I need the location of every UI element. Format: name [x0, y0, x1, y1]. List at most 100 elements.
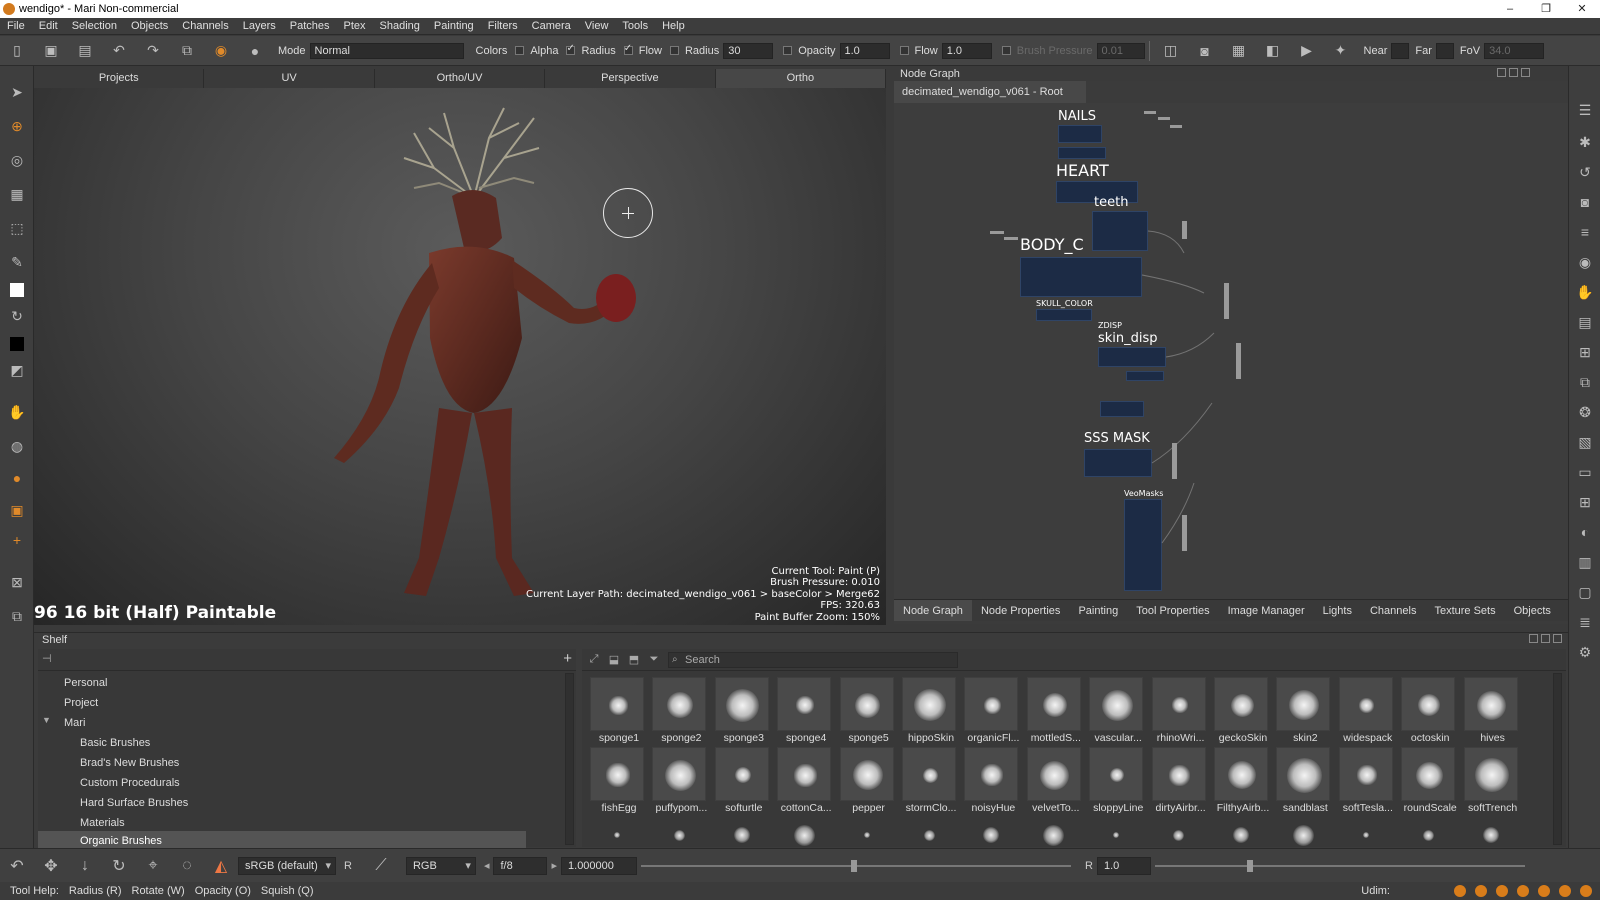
hand-icon[interactable]: ✋: [1575, 282, 1595, 302]
3d-viewport[interactable]: 96 16 bit (Half) Paintable Current Tool:…: [34, 88, 886, 625]
play-icon[interactable]: ▶: [1296, 41, 1318, 61]
brush-tile[interactable]: stormClo...: [900, 747, 958, 817]
brush-tile[interactable]: hippoSkin: [900, 677, 958, 747]
tree-item-basic-brushes[interactable]: Basic Brushes: [80, 733, 150, 753]
tree-item-project[interactable]: Project: [64, 693, 98, 713]
select-arrow-icon[interactable]: ➤: [7, 82, 27, 102]
chart-icon[interactable]: ▥: [1575, 552, 1595, 572]
transform-icon[interactable]: ⌖: [142, 855, 164, 877]
flow-field[interactable]: 1.0: [941, 42, 992, 59]
filter-icon[interactable]: ⏷: [646, 653, 662, 667]
brush-tile[interactable]: mottledS...: [1025, 677, 1083, 747]
copy-icon[interactable]: ⧉: [1575, 372, 1595, 392]
brush-tile[interactable]: widespack: [1337, 677, 1395, 747]
save-icon[interactable]: ▤: [74, 41, 96, 61]
brush-thumbnail[interactable]: [715, 817, 769, 847]
brush-tile[interactable]: noisyHue: [962, 747, 1020, 817]
menu-filters[interactable]: Filters: [481, 18, 525, 35]
brush-tile[interactable]: softurtle: [713, 747, 771, 817]
new-project-icon[interactable]: ▯: [6, 41, 28, 61]
tab-node-graph[interactable]: Node Graph: [894, 600, 972, 621]
grid-icon[interactable]: ⊞: [1575, 492, 1595, 512]
brush-tile[interactable]: sponge1: [588, 677, 646, 747]
tab-texture-sets[interactable]: Texture Sets: [1425, 600, 1504, 621]
tree-scrollbar[interactable]: [565, 673, 574, 845]
radius-enable-checkbox[interactable]: [669, 46, 679, 55]
tree-expand-icon[interactable]: ▼: [42, 715, 51, 725]
help-icon[interactable]: [1497, 68, 1506, 77]
status-square-icon[interactable]: [1538, 885, 1550, 897]
radius-checkbox[interactable]: [566, 43, 576, 55]
light-bulb-icon[interactable]: ◍: [7, 436, 27, 456]
gain-slider-knob[interactable]: [851, 859, 858, 872]
plus-tool-icon[interactable]: +: [7, 530, 27, 550]
fstop-field[interactable]: f/8: [493, 856, 548, 875]
tab-image-manager[interactable]: Image Manager: [1219, 600, 1314, 621]
brush-thumbnail[interactable]: [1152, 817, 1206, 847]
brush-thumbnail[interactable]: [590, 817, 644, 847]
brush-tile[interactable]: sponge2: [650, 677, 708, 747]
tree-item-materials[interactable]: Materials: [80, 813, 125, 833]
foreground-color-swatch[interactable]: [7, 280, 27, 300]
gain-slider[interactable]: [641, 859, 1072, 872]
status-bars-icon[interactable]: [1559, 885, 1571, 897]
brush-tile[interactable]: softTrench: [1462, 747, 1520, 817]
sphere-select-icon[interactable]: ◎: [7, 150, 27, 170]
close-button[interactable]: ✕: [1564, 0, 1600, 18]
shelf-help-icon[interactable]: [1529, 634, 1538, 643]
eyedropper-icon[interactable]: ✎: [7, 252, 27, 272]
menu-selection[interactable]: Selection: [65, 18, 124, 35]
brush-pressure-checkbox[interactable]: [1001, 46, 1011, 55]
gamma-field[interactable]: 1.0: [1096, 856, 1151, 875]
shade-icon[interactable]: ◧: [1262, 41, 1284, 61]
brush-tile[interactable]: dirtyAirbr...: [1150, 747, 1208, 817]
undo-icon[interactable]: ↶: [108, 41, 130, 61]
far-field[interactable]: [1435, 42, 1454, 59]
menu-objects[interactable]: Objects: [124, 18, 175, 35]
fstop-next-icon[interactable]: ▸: [551, 859, 557, 872]
status-warning-icon[interactable]: [1475, 885, 1487, 897]
brush-tile[interactable]: velvetTo...: [1025, 747, 1083, 817]
list-icon[interactable]: ≡: [1575, 222, 1595, 242]
status-dot-icon[interactable]: [1517, 885, 1529, 897]
brush-tile[interactable]: sandblast: [1274, 747, 1332, 817]
flow-enable-checkbox[interactable]: [899, 46, 909, 55]
brush-tile[interactable]: softTesla...: [1337, 747, 1395, 817]
brush-tile[interactable]: vascular...: [1087, 677, 1145, 747]
brush-tile[interactable]: fishEgg: [588, 747, 646, 817]
brush-pressure-field[interactable]: 0.01: [1096, 42, 1145, 59]
opacity-field[interactable]: 1.0: [839, 42, 890, 59]
brush-tile[interactable]: cottonCa...: [775, 747, 833, 817]
gain-field[interactable]: 1.000000: [561, 856, 638, 875]
tab-lights[interactable]: Lights: [1314, 600, 1361, 621]
history-icon[interactable]: ↺: [1575, 162, 1595, 182]
brush-tile[interactable]: octoskin: [1399, 677, 1457, 747]
alpha-checkbox[interactable]: [515, 46, 525, 55]
close-project-icon[interactable]: ▣: [40, 41, 62, 61]
brush-thumbnail[interactable]: [1276, 817, 1330, 847]
status-alert-icon[interactable]: [1496, 885, 1508, 897]
redo-icon[interactable]: ↷: [142, 41, 164, 61]
grid-scrollbar[interactable]: [1553, 673, 1562, 845]
curve-icon[interactable]: ⟋: [370, 855, 392, 877]
color-wheel-icon[interactable]: ◭: [210, 855, 232, 877]
brush-tile[interactable]: pepper: [838, 747, 896, 817]
brush-thumbnail[interactable]: [1027, 817, 1081, 847]
brush-tile[interactable]: rhinoWri...: [1150, 677, 1208, 747]
layer-tool-icon[interactable]: ⧉: [7, 606, 27, 626]
brush-thumbnail[interactable]: [1464, 817, 1518, 847]
minimize-button[interactable]: –: [1492, 0, 1528, 18]
tab-projects[interactable]: Projects: [34, 69, 205, 88]
brush-tile[interactable]: sloppyLine: [1087, 747, 1145, 817]
brush-thumbnail[interactable]: [652, 817, 706, 847]
brush-tile[interactable]: FilthyAirb...: [1212, 747, 1270, 817]
menu-shading[interactable]: Shading: [373, 18, 427, 35]
brush-thumbnail[interactable]: [840, 817, 894, 847]
move-icon[interactable]: ✥: [40, 855, 62, 877]
brush-tile[interactable]: sponge3: [713, 677, 771, 747]
brush-dot-icon[interactable]: ●: [244, 41, 266, 61]
gear-icon[interactable]: ⚙: [1575, 642, 1595, 662]
maximize-button[interactable]: ❐: [1528, 0, 1564, 18]
light-icon[interactable]: ✦: [1330, 41, 1352, 61]
fov-field[interactable]: 34.0: [1484, 42, 1545, 59]
